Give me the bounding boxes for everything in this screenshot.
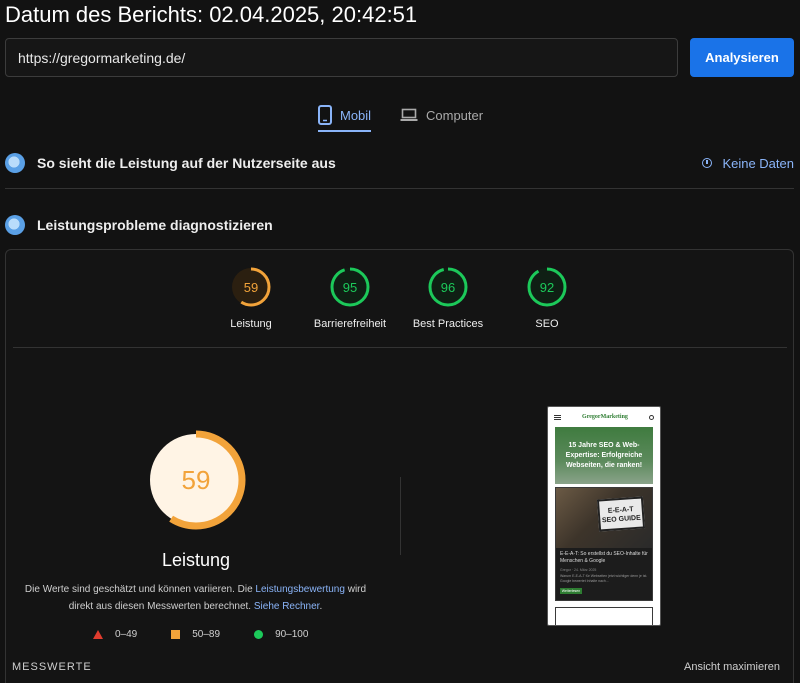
gauge-ring: 92 <box>527 267 567 307</box>
diagnostics-header: Leistungsprobleme diagnostizieren <box>5 214 794 236</box>
report-date-title: Datum des Berichts: 02.04.2025, 20:42:51 <box>5 2 418 27</box>
url-input[interactable] <box>5 38 678 77</box>
diagnostics-panel <box>5 249 794 683</box>
performance-description: Die Werte sind geschätzt und können vari… <box>24 584 367 612</box>
performance-score: 59 <box>182 465 211 495</box>
gauge-accessibility[interactable]: 95 Barrierefreiheit <box>310 266 390 330</box>
search-icon <box>648 414 654 420</box>
gauge-seo[interactable]: 92 SEO <box>507 266 587 330</box>
screenshot-card-next <box>555 607 653 625</box>
svg-text:92: 92 <box>540 280 554 295</box>
page-screenshot[interactable]: GregorMarketing 15 Jahre SEO & Web-Exper… <box>547 406 661 626</box>
svg-text:95: 95 <box>343 280 357 295</box>
no-data-label: Keine Daten <box>722 155 794 171</box>
field-data-title: So sieht die Leistung auf der Nutzerseit… <box>37 155 336 171</box>
screenshot-card-image: E-E-A-T SEO GUIDE <box>556 488 652 548</box>
legend-item-average: 50–89 <box>171 629 220 640</box>
screenshot-card: E-E-A-T SEO GUIDE E-E-A-T: So erstellst … <box>555 487 653 601</box>
screenshot-card-excerpt: Warum E-E-A-T für Webseiten jetzt wichti… <box>560 574 648 583</box>
analyze-button[interactable]: Analysieren <box>690 38 794 77</box>
tab-mobile-label: Mobil <box>340 107 372 123</box>
gauge-label: Best Practices <box>412 318 484 330</box>
metrics-section-label: MESSWERTE <box>12 661 92 673</box>
gauge-ring: 96 <box>428 267 468 307</box>
gauge-ring: 59 <box>231 267 271 307</box>
vertical-divider <box>400 477 401 555</box>
screenshot-card-image-text: E-E-A-T SEO GUIDE <box>596 496 646 532</box>
legend-item-good: 90–100 <box>254 629 308 640</box>
circle-icon <box>254 630 264 639</box>
gauge-performance[interactable]: 59 Leistung <box>211 266 291 330</box>
gauge-best-practices[interactable]: 96 Best Practices <box>408 266 488 330</box>
calculator-link[interactable]: Siehe Rechner <box>254 601 320 612</box>
field-data-header: So sieht die Leistung auf der Nutzerseit… <box>5 152 794 174</box>
screenshot-brand: GregorMarketing <box>582 414 628 420</box>
lab-badge-icon <box>5 215 25 235</box>
screenshot-hero: 15 Jahre SEO & Web-Expertise: Erfolgreic… <box>555 427 653 484</box>
expand-view-link[interactable]: Ansicht maximieren <box>684 661 780 673</box>
tab-desktop[interactable]: Computer <box>400 98 483 132</box>
svg-text:96: 96 <box>441 280 455 295</box>
gauge-ring: 95 <box>330 267 370 307</box>
square-icon <box>171 630 181 639</box>
score-calculation-link[interactable]: Leistungsbewertung <box>255 584 345 595</box>
screenshot-card-button: Weiterlesen <box>560 588 582 594</box>
legend-item-poor: 0–49 <box>93 629 137 640</box>
gauges-divider <box>13 347 787 348</box>
score-legend: 0–49 50–89 90–100 <box>93 629 342 640</box>
laptop-icon <box>400 108 418 121</box>
tab-mobile[interactable]: Mobil <box>318 98 372 132</box>
users-badge-icon <box>5 153 25 173</box>
tab-desktop-label: Computer <box>426 107 484 123</box>
smartphone-icon <box>318 105 332 125</box>
gauge-label: SEO <box>535 318 559 330</box>
performance-gauge-large: 59 <box>146 430 246 530</box>
screenshot-header: GregorMarketing <box>548 407 660 427</box>
triangle-icon <box>93 630 103 639</box>
gauge-label: Barrierefreiheit <box>313 318 387 330</box>
pagespeed-report: Datum des Berichts: 02.04.2025, 20:42:51… <box>0 0 800 683</box>
info-icon <box>702 158 713 168</box>
no-data-link[interactable]: Keine Daten <box>702 156 794 171</box>
menu-icon <box>554 414 561 420</box>
section-divider <box>5 188 794 189</box>
svg-text:59: 59 <box>244 280 258 295</box>
gauge-label: Leistung <box>230 318 272 330</box>
performance-title: Leistung <box>161 550 231 570</box>
diagnostics-title: Leistungsprobleme diagnostizieren <box>37 217 273 233</box>
screenshot-card-title: E-E-A-T: So erstellst du SEO-Inhalte für… <box>560 551 648 564</box>
